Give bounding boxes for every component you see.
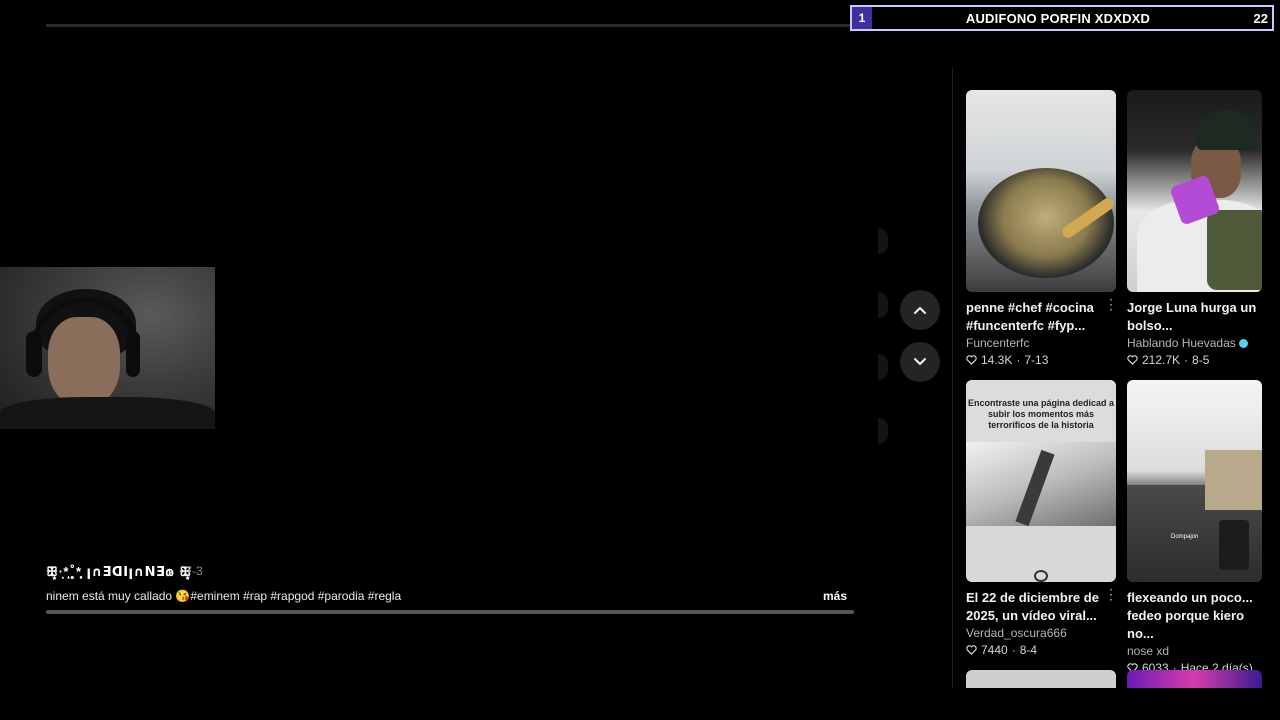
- separator: ·: [1011, 643, 1016, 657]
- recommendation-card[interactable]: ⋮ penne #chef #cocina #funcenterfc #fyp.…: [966, 90, 1118, 367]
- video-thumbnail[interactable]: [1127, 670, 1262, 688]
- previous-video-button[interactable]: [900, 290, 940, 330]
- channel-name[interactable]: nose xd: [1127, 644, 1262, 658]
- video-caption: ninem está muy callado 😘#eminem #rap #ra…: [46, 589, 402, 603]
- video-title[interactable]: penne #chef #cocina #funcenterfc #fyp...: [966, 299, 1116, 335]
- side-action-hint: [878, 418, 888, 444]
- more-options-icon[interactable]: ⋮: [1104, 587, 1118, 601]
- video-thumbnail[interactable]: Encontraste una página dedicad a subir l…: [966, 380, 1116, 582]
- upload-date: 7-13: [1024, 353, 1049, 367]
- chevron-down-icon: [914, 358, 926, 365]
- next-video-button[interactable]: [900, 342, 940, 382]
- webcam-overlay: [0, 267, 215, 429]
- like-count: 212.7K: [1142, 353, 1181, 367]
- thumbnail-label: Dompajon: [1171, 534, 1199, 540]
- separator: ·: [1016, 353, 1021, 367]
- stream-overlay-banner: 1 AUDIFONO PORFIN XDXDXD 22: [850, 5, 1274, 31]
- more-button[interactable]: más: [823, 589, 847, 603]
- side-action-hint: [878, 292, 888, 318]
- video-title[interactable]: Jorge Luna hurga un bolso...: [1127, 299, 1262, 335]
- channel-row[interactable]: Hablando Huevadas: [1127, 336, 1262, 350]
- heart-icon: [966, 645, 977, 655]
- video-thumbnail[interactable]: [966, 670, 1116, 688]
- heart-icon: [966, 355, 977, 365]
- recommendation-card[interactable]: Dompajon flexeando un poco... fedeo porq…: [1127, 380, 1262, 675]
- side-action-hint: [878, 354, 888, 380]
- banner-count: 22: [1253, 10, 1268, 26]
- recommendation-card[interactable]: Jorge Luna hurga un bolso... Hablando Hu…: [1127, 90, 1262, 367]
- upload-date: 8-4: [1019, 643, 1038, 657]
- video-thumbnail[interactable]: [1127, 90, 1262, 292]
- channel-name[interactable]: Funcenterfc: [966, 336, 1116, 350]
- video-title[interactable]: flexeando un poco... fedeo porque kiero …: [1127, 589, 1262, 643]
- video-stats: 7440 · 8-4: [966, 643, 1116, 657]
- more-options-icon[interactable]: ⋮: [1104, 297, 1118, 311]
- video-date: · 7-3: [178, 564, 203, 578]
- verified-badge-icon: [1238, 338, 1248, 348]
- upload-date: 8-5: [1192, 353, 1210, 367]
- separator: ·: [1184, 353, 1189, 367]
- alert-icon: [1034, 570, 1048, 582]
- channel-name[interactable]: Hablando Huevadas: [1127, 336, 1236, 350]
- heart-icon: [1127, 355, 1138, 365]
- channel-name[interactable]: Verdad_oscura666: [966, 626, 1116, 640]
- video-progress-top: [46, 24, 852, 27]
- thumbnail-text: Encontraste una página dedicad a subir l…: [966, 380, 1116, 442]
- chevron-up-icon: [914, 307, 926, 314]
- video-stats: 212.7K · 8-5: [1127, 353, 1262, 367]
- banner-title: AUDIFONO PORFIN XDXDXD: [965, 10, 1151, 26]
- recommendation-card[interactable]: Encontraste una página dedicad a subir l…: [966, 380, 1118, 657]
- like-count: 14.3K: [981, 353, 1013, 367]
- like-count: 7440: [981, 643, 1008, 657]
- sidebar-divider: [952, 68, 953, 688]
- video-stats: 14.3K · 7-13: [966, 353, 1116, 367]
- video-author[interactable]: ꕥ͙·͙*̩̩͙˚̩̥̩̥*̩̩̥͙ ꞁ∩ƎᗡIꞁ∩NƎ𐑀 ꕥ͙: [46, 562, 192, 580]
- video-thumbnail[interactable]: [966, 90, 1116, 292]
- video-title[interactable]: El 22 de diciembre de 2025, un vídeo vir…: [966, 589, 1116, 625]
- banner-index: 1: [852, 7, 872, 29]
- video-seek-bar[interactable]: [46, 610, 854, 614]
- video-thumbnail[interactable]: Dompajon: [1127, 380, 1262, 582]
- side-action-hint: [878, 228, 888, 254]
